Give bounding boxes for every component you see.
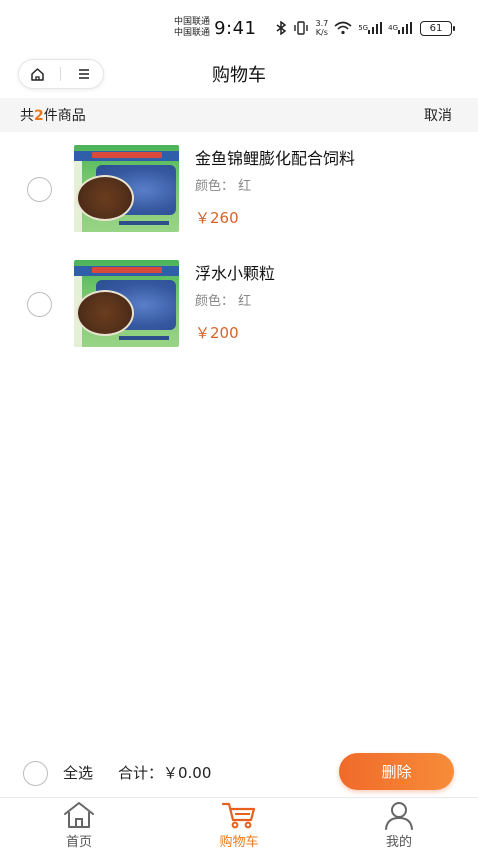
tab-home-label: 首页 [65,835,92,850]
cart-icon [221,802,256,829]
tab-home[interactable]: 首页 [39,800,119,850]
tab-cart-label: 购物车 [219,835,259,850]
product-image[interactable] [74,145,179,232]
home-icon [64,802,94,828]
tab-profile-label: 我的 [385,835,412,850]
select-all-checkbox[interactable] [23,761,48,786]
speed-value: 3.7 [315,19,329,28]
battery-icon: 61 [420,20,455,36]
tab-profile[interactable]: 我的 [359,800,439,850]
nav-header: 购物车 [0,56,478,98]
status-bar: 中国联通 中国联通 9:41 3.7 K/s 5G 4G 61 [0,0,478,56]
product-spec: 颜色： 红 [195,294,252,309]
cart-action-bar: 全选 合计：￥0.00 删除 [0,750,478,796]
battery-level: 61 [429,22,443,34]
product-price: ￥260 [195,209,239,227]
user-icon [385,802,413,830]
item-checkbox[interactable] [27,292,52,317]
product-name[interactable]: 金鱼锦鲤膨化配合饲料 [195,145,355,169]
product-price: ￥200 [195,324,239,342]
cancel-button[interactable]: 取消 [424,105,452,125]
select-all-label[interactable]: 全选 [63,762,93,783]
carrier-2: 中国联通 [174,28,211,38]
signal-5g-icon: 5G [358,22,383,34]
carrier-info: 中国联通 中国联通 [174,17,210,39]
item-count-label: 共2件商品 [20,105,86,125]
vibrate-icon [293,21,309,35]
bottom-tab-bar: 首页 购物车 我的 [0,797,478,850]
clock: 9:41 [214,17,257,39]
page-title: 购物车 [212,65,266,86]
item-checkbox[interactable] [27,177,52,202]
signal-4g-label: 4G [388,24,398,32]
product-image[interactable] [74,260,179,347]
speed-unit: K/s [315,28,328,37]
cart-item: 浮水小颗粒 颜色： 红 ￥200 [0,255,478,355]
total-amount: 合计：￥0.00 [118,764,212,782]
product-name[interactable]: 浮水小颗粒 [195,260,275,284]
item-count: 2 [34,108,44,124]
count-suffix: 件商品 [43,108,86,124]
cart-summary-bar: 共2件商品 取消 [0,98,478,132]
delete-button[interactable]: 删除 [339,753,454,790]
signal-5g-label: 5G [358,24,369,32]
signal-4g-icon: 4G [388,22,412,34]
count-prefix: 共 [20,108,34,124]
tab-cart[interactable]: 购物车 [199,800,279,850]
wifi-icon [334,21,352,35]
bluetooth-icon [276,21,287,35]
carrier-1: 中国联通 [174,17,211,27]
product-spec: 颜色： 红 [195,179,252,194]
network-speed: 3.7 K/s [315,19,328,37]
cart-item: 金鱼锦鲤膨化配合饲料 颜色： 红 ￥260 [0,140,478,240]
